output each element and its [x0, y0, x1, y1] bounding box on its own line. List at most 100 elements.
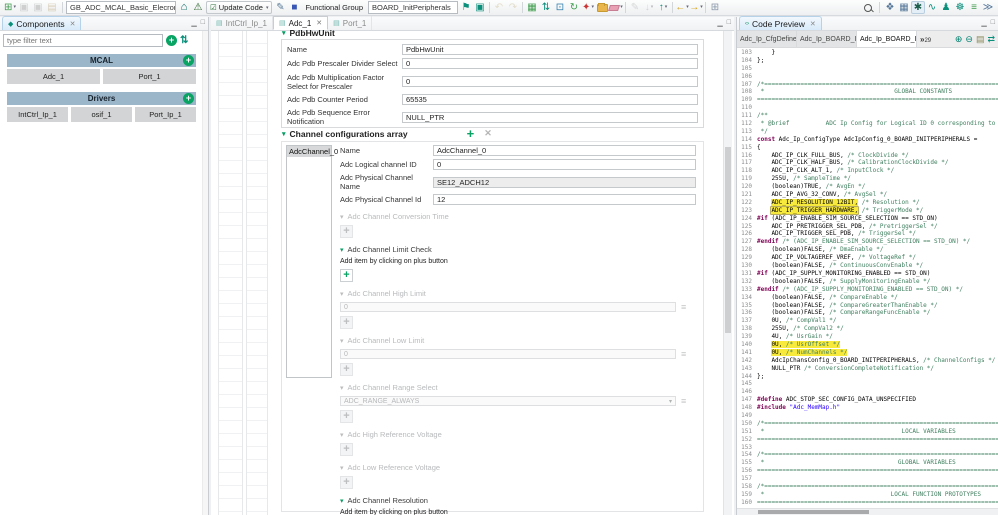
- export-icon[interactable]: ↑▾: [656, 1, 670, 14]
- chevron-down-icon[interactable]: ▾: [266, 5, 269, 11]
- chevron-down-icon[interactable]: ▾: [620, 5, 623, 10]
- form-row: Adc Physical Channel Id12: [340, 194, 696, 205]
- file-tab[interactable]: Adc_Ip_CfgDefines.h: [737, 31, 797, 47]
- name-field[interactable]: AdcChannel_0: [433, 145, 696, 156]
- adc-physical-channel-id-field[interactable]: 12: [433, 194, 696, 205]
- add-component-icon[interactable]: +: [166, 35, 177, 46]
- editor-scrollbar[interactable]: [723, 31, 732, 515]
- tab-overflow-button[interactable]: »29: [917, 31, 934, 47]
- pin-flag-icon[interactable]: ⚑: [459, 1, 473, 14]
- component-icon[interactable]: ▦: [525, 1, 539, 14]
- minimize-icon[interactable]: ▁: [191, 19, 196, 27]
- code-hscrollbar-thumb[interactable]: [758, 510, 869, 514]
- chevron-down-icon[interactable]: ▾: [700, 5, 703, 10]
- more-tools-icon[interactable]: ≫: [981, 1, 995, 14]
- save-preview-icon[interactable]: ▤: [976, 35, 985, 44]
- close-icon[interactable]: ✕: [316, 19, 322, 27]
- forward-icon[interactable]: →▾: [689, 1, 703, 14]
- component-button-intctrl_ip_1[interactable]: IntCtrl_Ip_1: [7, 107, 68, 122]
- folder-icon[interactable]: [595, 1, 609, 14]
- minimize-icon[interactable]: ▁: [717, 19, 722, 27]
- project-field[interactable]: GB_ADC_MCAL_Basic_ElecronicsV_S3: [66, 1, 176, 14]
- component-button-port_1[interactable]: Port_1: [103, 69, 196, 84]
- new-wizard-icon[interactable]: ⊞▾: [3, 1, 17, 14]
- key-icon[interactable]: ✦▾: [581, 1, 595, 14]
- functional-group-select[interactable]: BOARD_InitPeripherals: [368, 1, 458, 14]
- menu-icon[interactable]: ≡: [681, 350, 686, 359]
- code-hscrollbar[interactable]: [737, 508, 998, 515]
- subsection-adc-channel-limit-check[interactable]: ▾Adc Channel Limit Check: [340, 245, 696, 254]
- minimize-icon[interactable]: ▁: [981, 19, 986, 27]
- maximize-icon[interactable]: □: [991, 19, 995, 27]
- add-icon[interactable]: +: [183, 93, 194, 104]
- file-tab[interactable]: Adc_Ip_BOARD_Init...: [797, 31, 857, 47]
- name-field[interactable]: PdbHwUnit: [402, 44, 698, 55]
- menu-icon[interactable]: ≡: [681, 397, 686, 406]
- refresh-icon[interactable]: ↻: [567, 1, 581, 14]
- subsection-title: Adc Channel Limit Check: [348, 245, 432, 254]
- open-editor-icon[interactable]: ⊞: [708, 1, 722, 14]
- component-button-port_ip_1[interactable]: Port_Ip_1: [135, 107, 196, 122]
- add-icon[interactable]: +: [183, 55, 194, 66]
- chevron-down-icon[interactable]: ▾: [13, 5, 16, 10]
- close-icon[interactable]: ✕: [810, 20, 816, 28]
- filter-input[interactable]: [3, 34, 163, 47]
- config-tools-icon[interactable]: ✱: [911, 1, 925, 14]
- compare-icon[interactable]: ⇄: [987, 35, 995, 44]
- chevron-down-icon[interactable]: ▾: [651, 5, 654, 10]
- clocks-tool-icon[interactable]: ☸: [953, 1, 967, 14]
- close-icon[interactable]: ✕: [70, 20, 76, 28]
- tab-code-preview[interactable]: ‹› Code Preview ✕: [739, 16, 822, 30]
- add-channel-button[interactable]: +: [467, 129, 475, 139]
- code-line: 115{: [739, 144, 998, 152]
- list-item-adcchannel_0[interactable]: AdcChannel_0: [287, 146, 331, 157]
- toolbar-separator: [705, 2, 706, 13]
- validate-warning-icon[interactable]: ⚠: [191, 1, 205, 14]
- editor-scrollbar-thumb[interactable]: [725, 147, 731, 333]
- zoom-in-icon[interactable]: ⊕: [955, 35, 963, 44]
- chevron-down-icon[interactable]: ▾: [591, 5, 594, 10]
- chevron-down-icon[interactable]: ▾: [665, 5, 668, 10]
- subsection-adc-channel-resolution[interactable]: ▾Adc Channel Resolution: [340, 496, 696, 505]
- import-icon: ↓▾: [642, 1, 656, 14]
- file-icon: ▤: [279, 19, 286, 27]
- editor-tab-intctrl_ip_1[interactable]: ▤IntCtrl_Ip_1: [211, 16, 273, 30]
- tab-components[interactable]: ◆ Components ✕: [2, 16, 81, 30]
- person-icon[interactable]: ♟: [939, 1, 953, 14]
- section-pdbhwunit-header[interactable]: ▾ PdbHwUnit: [282, 28, 335, 38]
- maximize-icon[interactable]: □: [201, 19, 205, 27]
- pins-tool-icon[interactable]: ∿: [925, 1, 939, 14]
- code-line: 137 0U, /* CompVal1 */: [739, 317, 998, 325]
- eraser-icon[interactable]: ▾: [609, 1, 623, 14]
- component-button-osif_1[interactable]: osif_1: [71, 107, 132, 122]
- adc-pdb-sequence-error-notification-field[interactable]: NULL_PTR: [402, 112, 698, 123]
- search-icon[interactable]: [864, 4, 872, 12]
- sort-icon[interactable]: ⇅: [539, 1, 553, 14]
- adc-pdb-prescaler-divider-select-field[interactable]: 0: [402, 58, 698, 69]
- update-code-checkbox[interactable]: ☑: [210, 3, 217, 12]
- home-icon[interactable]: ⌂: [177, 1, 191, 14]
- maximize-icon[interactable]: □: [727, 19, 731, 27]
- console-icon[interactable]: ⊡: [553, 1, 567, 14]
- update-code-button[interactable]: ☑ Update Code ▾: [206, 1, 272, 14]
- resource-perspective-icon[interactable]: ▦: [897, 1, 911, 14]
- adc-logical-channel-id-field[interactable]: 0: [433, 159, 696, 170]
- channel-list[interactable]: AdcChannel_0: [286, 145, 332, 378]
- menu-icon[interactable]: ≡: [681, 303, 686, 312]
- file-tab[interactable]: Adc_Ip_BOARD_Init...: [857, 31, 917, 47]
- sort-icon[interactable]: ⇅: [180, 35, 188, 46]
- peripherals-tool-icon[interactable]: ≡: [967, 1, 981, 14]
- generate-code-icon[interactable]: ✎: [273, 1, 287, 14]
- open-perspective-icon[interactable]: ❖: [883, 1, 897, 14]
- display-icon[interactable]: ▣: [473, 1, 487, 14]
- zoom-out-icon[interactable]: ⊖: [965, 35, 973, 44]
- functional-group-icon[interactable]: ■: [287, 1, 301, 14]
- back-icon[interactable]: ←▾: [675, 1, 689, 14]
- adc-pdb-counter-period-field[interactable]: 65535: [402, 94, 698, 105]
- add-item-button[interactable]: +: [340, 269, 353, 282]
- remove-channel-button[interactable]: ✕: [484, 128, 492, 139]
- adc-pdb-multiplication-factor-select-for-prescaler-field[interactable]: 0: [402, 76, 698, 87]
- section-channel-config-header[interactable]: ▾ Channel configurations array + ✕: [282, 128, 492, 139]
- component-button-adc_1[interactable]: Adc_1: [7, 69, 100, 84]
- components-scrollbar[interactable]: [202, 31, 208, 515]
